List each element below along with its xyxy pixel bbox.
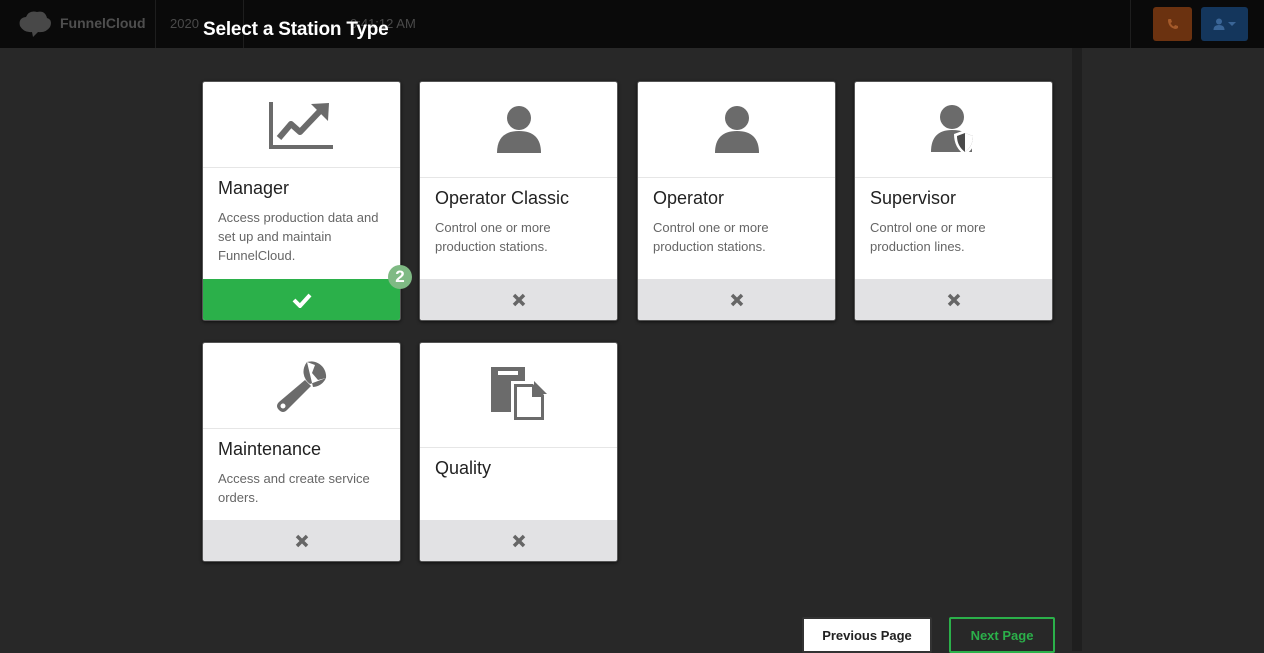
- funnelcloud-logo-icon: [19, 11, 51, 37]
- check-icon: [292, 293, 311, 308]
- caret-down-icon: [1228, 22, 1236, 26]
- close-icon: [512, 293, 525, 306]
- divider: [155, 0, 156, 48]
- card-description: Control one or more production lines.: [870, 220, 986, 254]
- close-icon: [947, 293, 960, 306]
- close-icon: [295, 534, 308, 547]
- user-shield-icon: [930, 104, 976, 155]
- unselected-toggle[interactable]: [638, 279, 835, 320]
- divider: [1130, 0, 1131, 48]
- station-card-operator[interactable]: Operator Control one or more production …: [637, 81, 836, 321]
- user-icon: [714, 105, 759, 153]
- previous-page-button[interactable]: Previous Page: [802, 617, 932, 653]
- card-title: Supervisor: [870, 188, 957, 208]
- station-card-supervisor[interactable]: Supervisor Control one or more productio…: [854, 81, 1053, 321]
- selection-count-badge: 2: [388, 265, 412, 289]
- top-bar: FunnelCloud 2020 0:41:12 AM: [0, 0, 1264, 48]
- card-icon-area: [203, 343, 400, 429]
- station-card-operator-classic[interactable]: Operator Classic Control one or more pro…: [419, 81, 618, 321]
- card-title: Maintenance: [218, 439, 322, 459]
- next-page-button[interactable]: Next Page: [949, 617, 1055, 653]
- brand-name: FunnelCloud: [60, 15, 146, 31]
- close-icon: [730, 293, 743, 306]
- phone-button[interactable]: [1153, 7, 1192, 41]
- close-icon: [512, 534, 525, 547]
- user-icon: [1213, 18, 1225, 30]
- brand[interactable]: FunnelCloud: [16, 8, 146, 38]
- card-description: Control one or more production stations.: [653, 220, 769, 254]
- user-menu-button[interactable]: [1201, 7, 1248, 41]
- card-title: Quality: [435, 458, 492, 478]
- unselected-toggle[interactable]: [203, 520, 400, 561]
- wrench-icon: [276, 360, 326, 412]
- unselected-toggle[interactable]: [420, 520, 617, 561]
- card-title: Manager: [218, 178, 290, 198]
- selected-toggle[interactable]: [203, 279, 400, 320]
- phone-icon: [1167, 19, 1178, 29]
- station-card-manager[interactable]: Manager Access production data and set u…: [202, 81, 401, 321]
- card-description: Access production data and set up and ma…: [218, 210, 379, 263]
- card-icon-area: [638, 82, 835, 178]
- unselected-toggle[interactable]: [855, 279, 1052, 320]
- card-icon-area: [420, 343, 617, 448]
- card-title: Operator Classic: [435, 188, 570, 208]
- card-title: Operator: [653, 188, 725, 208]
- unselected-toggle[interactable]: [420, 279, 617, 320]
- documents-icon: [490, 367, 547, 423]
- station-card-quality[interactable]: Quality: [419, 342, 618, 562]
- scrollbar[interactable]: [1072, 48, 1082, 651]
- card-description: Access and create service orders.: [218, 471, 370, 505]
- header-date: 2020: [170, 16, 199, 31]
- card-description: Control one or more production stations.: [435, 220, 551, 254]
- card-icon-area: [420, 82, 617, 178]
- user-icon: [496, 105, 541, 153]
- card-icon-area: [855, 82, 1052, 178]
- station-card-maintenance[interactable]: Maintenance Access and create service or…: [202, 342, 401, 562]
- page-title: Select a Station Type: [203, 19, 389, 40]
- chart-line-icon: [268, 101, 333, 149]
- card-icon-area: [203, 82, 400, 168]
